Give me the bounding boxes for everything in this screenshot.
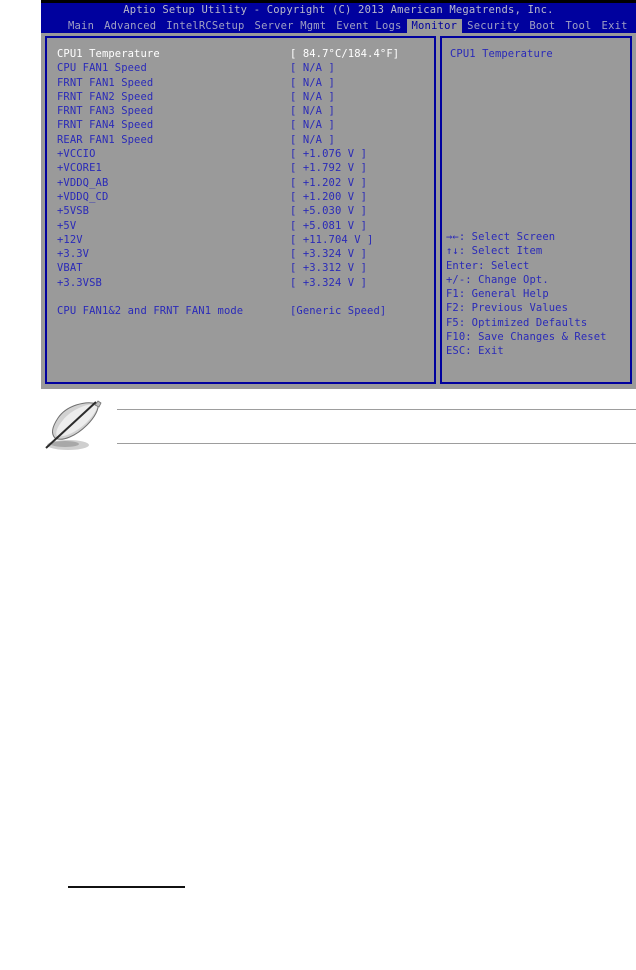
sensor-label: FRNT FAN2 Speed — [57, 90, 154, 103]
sensor-row[interactable]: +VCORE1 [ +1.792 V ] — [57, 161, 428, 175]
sensor-row[interactable]: FRNT FAN1 Speed [ N/A ] — [57, 76, 428, 90]
footnote-separator — [68, 886, 185, 888]
bios-menu-bar: Main Advanced IntelRCSetup Server Mgmt Event… — [41, 18, 636, 33]
sensor-value: [ +1.200 V ] — [290, 190, 368, 203]
sensor-row[interactable]: CPU1 Temperature [ 84.7°C/184.4°F] — [57, 47, 428, 61]
note-divider-bottom — [117, 443, 636, 444]
sensor-value: [ N/A ] — [290, 105, 335, 118]
sensor-label: +VCORE1 — [57, 162, 102, 175]
help-key-row: F1: General Help — [446, 288, 549, 301]
note-callout — [38, 396, 636, 452]
sensor-row[interactable]: FRNT FAN3 Speed [ N/A ] — [57, 104, 428, 118]
help-panel-title: CPU1 Temperature — [450, 48, 553, 60]
sensor-list: CPU1 Temperature[ 84.7°C/184.4°F] CPU FAN… — [57, 47, 428, 319]
menu-tab-advanced[interactable]: Advanced — [99, 19, 161, 33]
sensor-value: [ +5.030 V ] — [290, 205, 368, 218]
sensor-label: FRNT FAN3 Speed — [57, 105, 154, 118]
sensor-value: [ N/A ] — [290, 119, 335, 132]
help-panel: CPU1 Temperature →←: Select Screen ↑↓: Se… — [440, 36, 632, 384]
note-divider-top — [117, 409, 636, 410]
sensor-row[interactable]: FRNT FAN4 Speed [ N/A ] — [57, 118, 428, 132]
help-key-row: ↑↓: Select Item — [446, 245, 543, 258]
menu-tab-main[interactable]: Main — [63, 19, 99, 33]
sensor-label: CPU FAN1 Speed — [57, 62, 147, 75]
sensor-label: +5V — [57, 219, 77, 232]
sensor-row[interactable]: VBAT [ +3.312 V ] — [57, 261, 428, 275]
sensor-value: [ +1.202 V ] — [290, 176, 368, 189]
sensor-value: [ 84.7°C/184.4°F] — [290, 48, 400, 60]
bios-setup-window: Aptio Setup Utility - Copyright (C) 2013… — [41, 0, 636, 389]
sensor-row[interactable]: +VDDQ_CD [ +1.200 V ] — [57, 190, 428, 204]
sensor-label: VBAT — [57, 262, 83, 275]
help-key-legend: →←: Select Screen ↑↓: Select Item Enter: S… — [446, 230, 626, 359]
menu-tab-boot[interactable]: Boot — [524, 19, 560, 33]
sensor-label: +VDDQ_CD — [57, 190, 109, 203]
menu-tab-intelrcsetup[interactable]: IntelRCSetup — [161, 19, 249, 33]
sensor-label: REAR FAN1 Speed — [57, 133, 154, 146]
sensor-value: [ N/A ] — [290, 62, 335, 75]
sensor-value: [ +11.704 V ] — [290, 233, 374, 246]
sensor-row[interactable]: +12V [ +11.704 V ] — [57, 233, 428, 247]
help-key-row: Enter: Select — [446, 259, 530, 272]
help-key-row: ESC: Exit — [446, 345, 504, 358]
sensor-row[interactable]: REAR FAN1 Speed [ N/A ] — [57, 133, 428, 147]
sensor-row[interactable]: +5V [ +5.081 V ] — [57, 219, 428, 233]
sensor-row[interactable]: +3.3VSB [ +3.324 V ] — [57, 276, 428, 290]
sensor-row[interactable]: FRNT FAN2 Speed [ N/A ] — [57, 90, 428, 104]
sensor-row[interactable]: +VDDQ_AB [ +1.202 V ] — [57, 176, 428, 190]
sensor-value: [Generic Speed] — [290, 305, 387, 318]
help-key-row: →←: Select Screen — [446, 231, 556, 243]
sensor-label: +VCCIO — [57, 148, 96, 161]
sensor-label: FRNT FAN1 Speed — [57, 76, 154, 89]
sensor-row[interactable]: +3.3V [ +3.324 V ] — [57, 247, 428, 261]
menu-tab-event-logs[interactable]: Event Logs — [331, 19, 406, 33]
sensor-label: +3.3VSB — [57, 276, 102, 289]
sensor-label: +3.3V — [57, 248, 90, 261]
sensor-value: [ N/A ] — [290, 90, 335, 103]
help-key-row: +/-: Change Opt. — [446, 273, 549, 286]
sensor-row[interactable]: +VCCIO [ +1.076 V ] — [57, 147, 428, 161]
sensor-value: [ +3.312 V ] — [290, 262, 368, 275]
sensor-row-spacer — [57, 290, 428, 304]
sensor-label: CPU1 Temperature — [57, 48, 160, 60]
help-key-row: F5: Optimized Defaults — [446, 316, 588, 329]
sensor-value: [ N/A ] — [290, 133, 335, 146]
sensor-value: [ +3.324 V ] — [290, 276, 368, 289]
sensor-label: +5VSB — [57, 205, 90, 218]
sensor-row[interactable]: CPU FAN1&2 and FRNT FAN1 mode [Generic Sp… — [57, 304, 428, 318]
help-key-row: F10: Save Changes & Reset — [446, 331, 607, 344]
sensor-row[interactable]: +5VSB [ +5.030 V ] — [57, 204, 428, 218]
menu-tab-server-mgmt[interactable]: Server Mgmt — [250, 19, 332, 33]
monitor-sensor-panel: CPU1 Temperature[ 84.7°C/184.4°F] CPU FAN… — [45, 36, 436, 384]
note-quill-icon — [38, 398, 104, 452]
sensor-row[interactable]: CPU FAN1 Speed [ N/A ] — [57, 61, 428, 75]
sensor-label: CPU FAN1&2 and FRNT FAN1 mode — [57, 305, 244, 318]
menu-tab-tool[interactable]: Tool — [560, 19, 596, 33]
menu-tab-exit[interactable]: Exit — [597, 19, 633, 33]
sensor-label: +VDDQ_AB — [57, 176, 109, 189]
sensor-value: [ +5.081 V ] — [290, 219, 368, 232]
menu-tab-security[interactable]: Security — [462, 19, 524, 33]
help-key-row: F2: Previous Values — [446, 302, 569, 315]
sensor-value: [ +3.324 V ] — [290, 248, 368, 261]
sensor-value: [ +1.792 V ] — [290, 162, 368, 175]
sensor-label: +12V — [57, 233, 83, 246]
sensor-label: FRNT FAN4 Speed — [57, 119, 154, 132]
bios-header-bar: Aptio Setup Utility - Copyright (C) 2013… — [41, 3, 636, 33]
sensor-value: [ N/A ] — [290, 76, 335, 89]
sensor-value: [ +1.076 V ] — [290, 148, 368, 161]
menu-tab-monitor[interactable]: Monitor — [406, 18, 463, 33]
bios-title: Aptio Setup Utility - Copyright (C) 2013… — [123, 4, 554, 16]
